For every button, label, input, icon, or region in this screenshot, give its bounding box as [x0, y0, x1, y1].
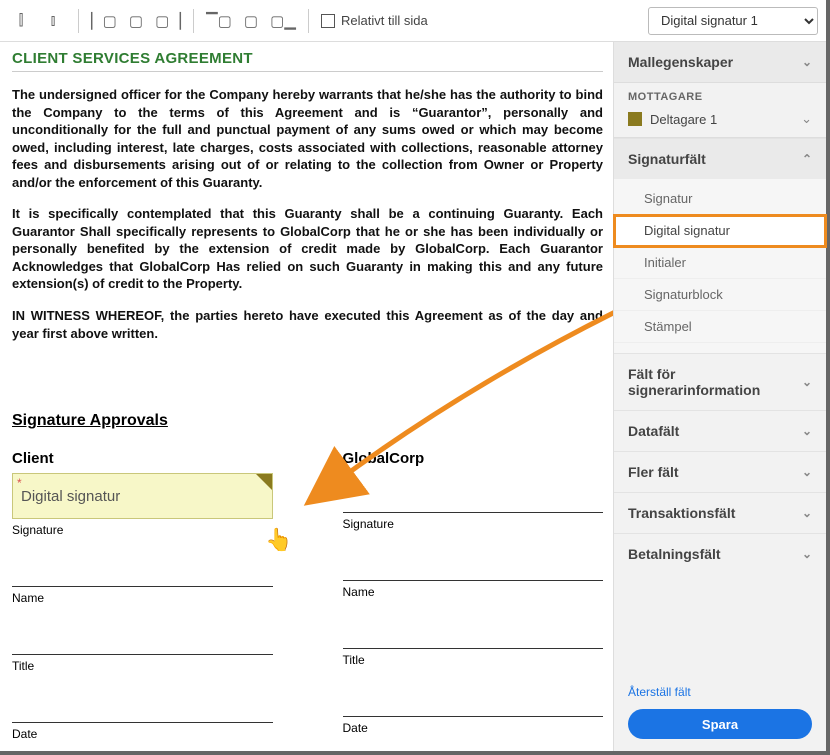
name-label: Name: [343, 585, 604, 599]
save-label: Spara: [702, 717, 738, 732]
field-item-initials[interactable]: Initialer: [614, 247, 826, 279]
reset-fields-link[interactable]: Återställ fält: [628, 685, 812, 699]
item-label: Initialer: [644, 255, 686, 270]
name-line: [12, 547, 273, 587]
align-center-icon[interactable]: ▢: [123, 8, 149, 34]
title-label: Title: [12, 659, 273, 673]
align-top-icon[interactable]: ▔▢: [206, 8, 232, 34]
signature-label: Signature: [343, 517, 604, 531]
date-label: Date: [343, 721, 604, 735]
field-selector-dropdown[interactable]: Digital signatur 1: [648, 7, 818, 35]
chevron-down-icon: ⌄: [802, 506, 812, 520]
item-label: Signaturblock: [644, 287, 723, 302]
date-label: Date: [12, 727, 273, 741]
globalcorp-column: GlobalCorp Signature Name Title Date: [343, 450, 604, 741]
group-label: Fält för signerarinformation: [628, 366, 802, 398]
group-label: Signaturfält: [628, 151, 706, 167]
client-column: Client Digital signatur Signature Name T…: [12, 450, 273, 741]
name-line: [343, 541, 604, 581]
signature-fields-items: Signatur Digital signatur Initialer Sign…: [614, 179, 826, 353]
title-line: [12, 615, 273, 655]
recipients-section-label: MOTTAGARE: [614, 83, 826, 107]
signature-line: [343, 473, 604, 513]
signer-info-group[interactable]: Fält för signerarinformation ⌄: [614, 353, 826, 410]
chevron-down-icon: ⌄: [802, 55, 812, 69]
chevron-down-icon: ⌄: [802, 424, 812, 438]
chevron-down-icon: ⌄: [802, 465, 812, 479]
toolbar: ⫿ ⫾ ▏▢ ▢ ▢▕ ▔▢ ▢ ▢▁ Relativt till sida D…: [0, 0, 826, 42]
item-label: Stämpel: [644, 319, 692, 334]
group-label: Betalningsfält: [628, 546, 721, 562]
properties-sidebar: Mallegenskaper ⌄ MOTTAGARE Deltagare 1 ⌄…: [613, 42, 826, 751]
item-label: Signatur: [644, 191, 692, 206]
document-title: CLIENT SERVICES AGREEMENT: [12, 50, 603, 72]
save-button[interactable]: Spara: [628, 709, 812, 739]
more-fields-group[interactable]: Fler fält ⌄: [614, 451, 826, 492]
data-fields-group[interactable]: Datafält ⌄: [614, 410, 826, 451]
size-width-icon[interactable]: ⫿: [8, 8, 34, 34]
template-properties-label: Mallegenskaper: [628, 54, 733, 70]
paragraph: It is specifically contemplated that thi…: [12, 205, 603, 293]
group-label: Datafält: [628, 423, 679, 439]
participant-name: Deltagare 1: [650, 112, 717, 127]
separator: [308, 9, 309, 33]
group-label: Transaktionsfält: [628, 505, 735, 521]
field-item-signature-block[interactable]: Signaturblock: [614, 279, 826, 311]
template-properties-header[interactable]: Mallegenskaper ⌄: [614, 42, 826, 83]
signature-label: Signature: [12, 523, 273, 537]
payment-fields-group[interactable]: Betalningsfält ⌄: [614, 533, 826, 574]
align-middle-icon[interactable]: ▢: [238, 8, 264, 34]
reset-label: Återställ fält: [628, 685, 691, 699]
chevron-down-icon: ⌄: [802, 547, 812, 561]
name-label: Name: [12, 591, 273, 605]
separator: [78, 9, 79, 33]
chevron-up-icon: ⌃: [802, 152, 812, 166]
field-item-stamp[interactable]: Stämpel: [614, 311, 826, 343]
transaction-fields-group[interactable]: Transaktionsfält ⌄: [614, 492, 826, 533]
document-canvas: CLIENT SERVICES AGREEMENT The undersigne…: [0, 42, 613, 751]
size-height-icon[interactable]: ⫾: [40, 8, 66, 34]
signature-fields-group[interactable]: Signaturfält ⌃: [614, 138, 826, 179]
client-heading: Client: [12, 450, 273, 467]
title-label: Title: [343, 653, 604, 667]
relative-to-page[interactable]: Relativt till sida: [321, 13, 428, 28]
field-item-digital-signature[interactable]: Digital signatur: [614, 215, 826, 247]
align-left-icon[interactable]: ▏▢: [91, 8, 117, 34]
witness-line: IN WITNESS WHEREOF, the parties hereto h…: [12, 307, 603, 342]
chevron-down-icon: ⌄: [802, 375, 812, 389]
digital-signature-field[interactable]: Digital signatur: [12, 473, 273, 519]
item-label: Digital signatur: [644, 223, 730, 238]
participant-row[interactable]: Deltagare 1 ⌄: [614, 107, 826, 138]
field-item-signature[interactable]: Signatur: [614, 183, 826, 215]
group-label: Fler fält: [628, 464, 679, 480]
globalcorp-heading: GlobalCorp: [343, 450, 604, 467]
separator: [193, 9, 194, 33]
align-right-icon[interactable]: ▢▕: [155, 8, 181, 34]
date-line: [343, 677, 604, 717]
align-bottom-icon[interactable]: ▢▁: [270, 8, 296, 34]
chevron-down-icon: ⌄: [801, 111, 812, 127]
field-label: Digital signatur: [21, 488, 120, 505]
signature-approvals-heading: Signature Approvals: [12, 412, 603, 430]
date-line: [12, 683, 273, 723]
participant-color-swatch: [628, 112, 642, 126]
checkbox-icon: [321, 14, 335, 28]
title-line: [343, 609, 604, 649]
paragraph: The undersigned officer for the Company …: [12, 86, 603, 191]
relative-to-page-label: Relativt till sida: [341, 13, 428, 28]
